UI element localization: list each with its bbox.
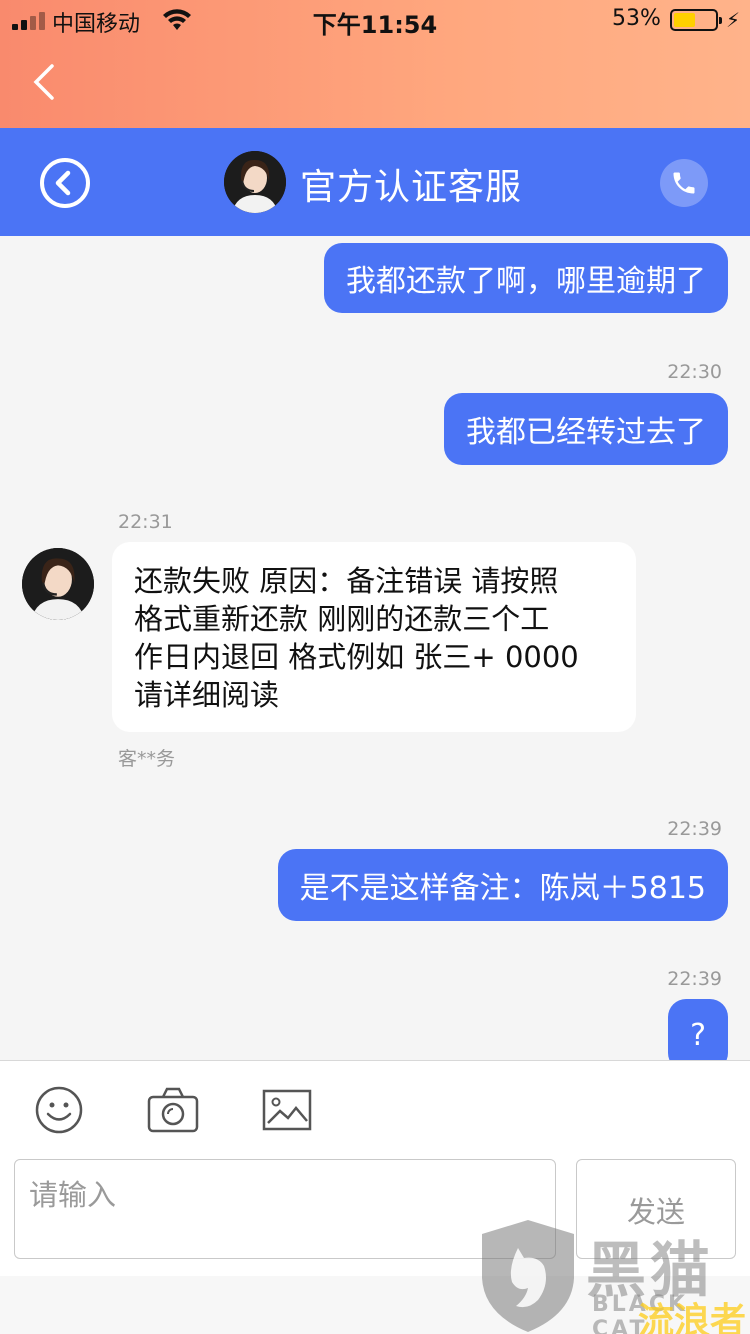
message-line: 作日内退回 格式例如 张三+ 0000 — [134, 640, 579, 674]
smiley-icon[interactable] — [34, 1085, 84, 1135]
message-line: 还款失败 原因：备注错误 请按照 — [134, 564, 559, 598]
image-icon[interactable] — [262, 1085, 312, 1135]
charging-icon: ⚡ — [726, 8, 741, 32]
message-bubble-outgoing[interactable]: 我都还款了啊，哪里逾期了 — [324, 243, 728, 313]
message-bubble-outgoing[interactable]: 我都已经转过去了 — [444, 393, 728, 465]
message-timestamp: 22:30 — [667, 361, 722, 383]
message-line: 请详细阅读 — [134, 678, 280, 712]
chat-header: 官方认证客服 — [0, 128, 750, 236]
sender-name: 客**务 — [118, 748, 176, 770]
message-text: ? — [690, 1017, 706, 1053]
message-text: 我都还款了啊，哪里逾期了 — [346, 264, 706, 299]
message-bubble-outgoing[interactable]: ? — [668, 999, 728, 1060]
battery-percent: 53% — [612, 6, 661, 31]
chat-title: 官方认证客服 — [300, 167, 523, 208]
top-bar: 中国移动 下午11:54 53% ⚡ — [0, 0, 750, 128]
input-placeholder: 请输入 — [29, 1178, 117, 1212]
message-line: 格式重新还款 刚刚的还款三个工 — [134, 602, 550, 636]
agent-avatar — [224, 151, 286, 213]
message-text: 是不是这样备注：陈岚＋5815 — [299, 871, 706, 906]
message-input[interactable]: 请输入 — [14, 1159, 556, 1259]
chat-area[interactable]: 我都还款了啊，哪里逾期了 22:30 我都已经转过去了 22:31 还款失败 原… — [0, 236, 750, 1060]
phone-icon[interactable] — [660, 159, 708, 207]
status-bar: 中国移动 下午11:54 53% ⚡ — [0, 0, 750, 40]
message-bubble-outgoing[interactable]: 是不是这样备注：陈岚＋5815 — [277, 849, 728, 921]
cat-shield-logo — [482, 1220, 574, 1332]
message-text: 我都已经转过去了 — [466, 415, 706, 450]
message-bubble-incoming[interactable]: 还款失败 原因：备注错误 请按照 格式重新还款 刚刚的还款三个工 作日内退回 格… — [112, 542, 636, 732]
circle-back-icon[interactable] — [40, 158, 90, 208]
watermark: 黑猫 BLACK CAT 流浪者 — [478, 1218, 750, 1334]
chevron-left-icon[interactable] — [30, 62, 60, 102]
battery-icon — [670, 9, 722, 31]
message-timestamp: 22:31 — [118, 511, 173, 533]
message-timestamp: 22:39 — [667, 818, 722, 840]
camera-icon[interactable] — [146, 1085, 200, 1135]
agent-avatar[interactable] — [22, 548, 94, 620]
message-timestamp: 22:39 — [667, 968, 722, 990]
watermark-sub: 流浪者 — [638, 1301, 747, 1334]
